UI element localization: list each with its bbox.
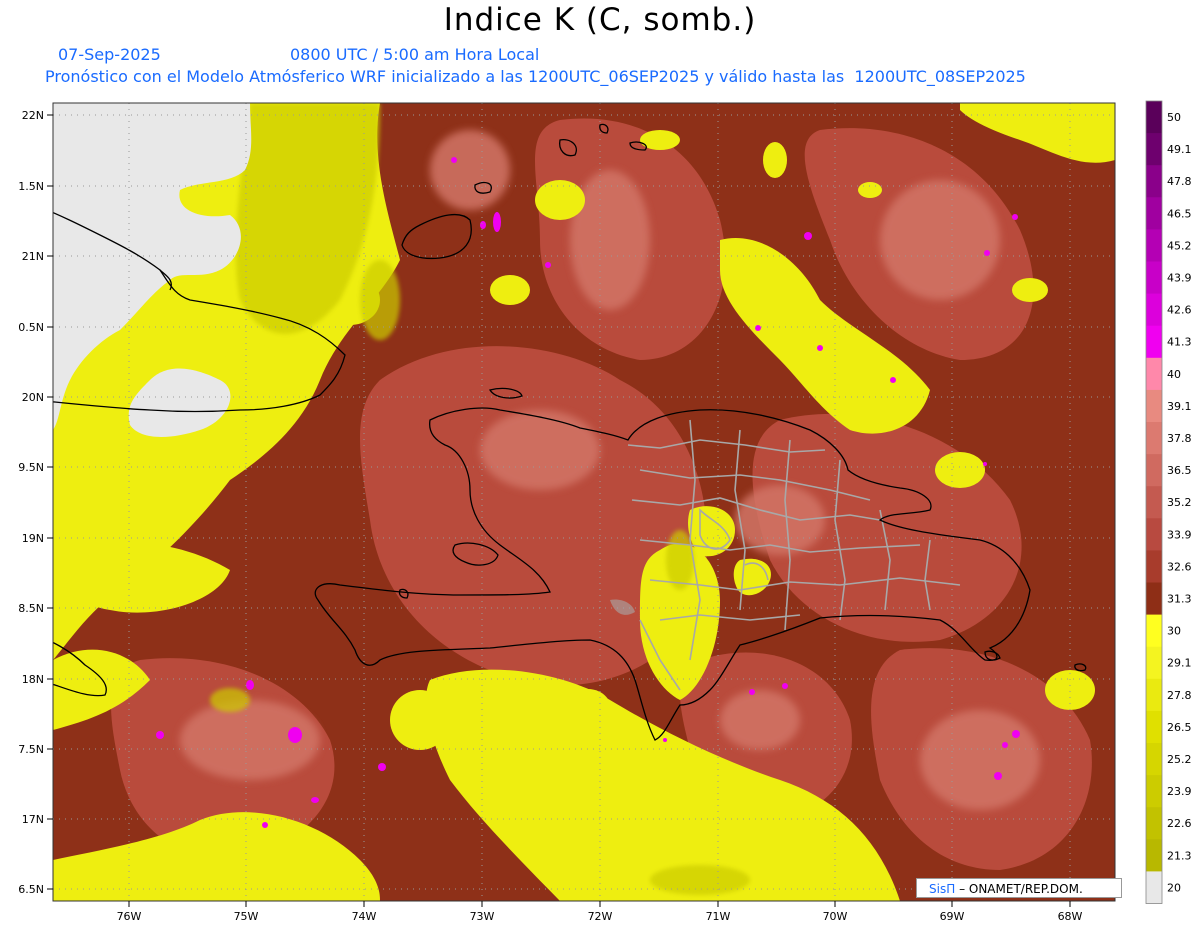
colorbar-swatch xyxy=(1146,614,1162,648)
colorbar-label: 23.9 xyxy=(1167,785,1192,798)
lon-label: 74W xyxy=(352,910,377,923)
colorbar-swatch xyxy=(1146,678,1162,712)
colorbar-label: 39.1 xyxy=(1167,400,1192,413)
lon-label: 70W xyxy=(823,910,848,923)
colorbar-swatch xyxy=(1146,550,1162,583)
colorbar-legend: 50 49.1 47.8 46.5 45.2 43.9 42.6 41.3 40 39.1 37.8… xyxy=(1145,100,1192,904)
lat-label: 19N xyxy=(22,532,44,545)
colorbar-swatch xyxy=(1146,293,1162,327)
colorbar-swatch xyxy=(1146,101,1162,134)
colorbar-swatch xyxy=(1146,743,1162,776)
colorbar-label: 22.6 xyxy=(1167,817,1192,830)
colorbar-swatch xyxy=(1146,422,1162,455)
colorbar-label: 20 xyxy=(1167,881,1181,894)
colorbar-label: 32.6 xyxy=(1167,560,1192,573)
colorbar-swatch xyxy=(1146,646,1162,680)
colorbar-label: 47.8 xyxy=(1167,175,1192,188)
colorbar-label: 40 xyxy=(1167,368,1181,381)
latitude-labels: 22N 1.5N 21N 0.5N 20N 9.5N 19N 8.5N 18N … xyxy=(18,109,44,896)
colorbar-label: 29.1 xyxy=(1167,657,1192,670)
k-index-map: 22N 1.5N 21N 0.5N 20N 9.5N 19N 8.5N 18N … xyxy=(18,100,1192,923)
colorbar-swatch xyxy=(1146,389,1162,423)
colorbar-swatch xyxy=(1146,807,1162,840)
colorbar-label: 49.1 xyxy=(1167,143,1192,156)
lon-label: 76W xyxy=(117,910,142,923)
colorbar-swatch xyxy=(1146,325,1162,359)
lat-label: 22N xyxy=(22,109,44,122)
colorbar-swatch xyxy=(1146,871,1162,904)
colorbar-label: 33.9 xyxy=(1167,528,1192,541)
lat-label: 8.5N xyxy=(18,602,44,615)
colorbar-label: 27.8 xyxy=(1167,689,1192,702)
lat-label: 20N xyxy=(22,391,44,404)
colorbar-label: 35.2 xyxy=(1167,496,1192,509)
lat-label: 21N xyxy=(22,250,44,263)
colorbar-label: 46.5 xyxy=(1167,207,1192,220)
footer-text: – ONAMET/REP.DOM. xyxy=(959,882,1083,896)
lat-label: 9.5N xyxy=(18,461,44,474)
colorbar-label: 26.5 xyxy=(1167,721,1192,734)
footer-credit: SisΠ – ONAMET/REP.DOM. xyxy=(916,878,1122,898)
longitude-labels: 76W 75W 74W 73W 72W 71W 70W 69W 68W xyxy=(117,910,1083,923)
colorbar-swatch xyxy=(1146,839,1162,872)
colorbar-label: 45.2 xyxy=(1167,239,1192,252)
colorbar-label: 30 xyxy=(1167,625,1181,638)
colorbar-swatch xyxy=(1146,197,1162,230)
colorbar-swatch xyxy=(1146,454,1162,487)
lon-label: 73W xyxy=(470,910,495,923)
colorbar-label: 21.3 xyxy=(1167,849,1192,862)
colorbar-swatch xyxy=(1146,710,1162,744)
colorbar-swatch xyxy=(1146,133,1162,166)
colorbar-swatch xyxy=(1146,518,1162,551)
colorbar-swatch xyxy=(1146,261,1162,295)
lon-label: 72W xyxy=(588,910,613,923)
colorbar-swatch xyxy=(1146,775,1162,808)
footer-brand: SisΠ xyxy=(929,882,956,896)
colorbar-swatch xyxy=(1146,165,1162,198)
lon-label: 75W xyxy=(234,910,259,923)
colorbar-label: 25.2 xyxy=(1167,753,1192,766)
colorbar-label: 36.5 xyxy=(1167,464,1192,477)
lat-label: 6.5N xyxy=(18,883,44,896)
lat-label: 17N xyxy=(22,813,44,826)
colorbar-label: 43.9 xyxy=(1167,272,1192,285)
map-plot-area xyxy=(53,103,1115,901)
colorbar-label: 31.3 xyxy=(1167,593,1192,606)
lon-label: 68W xyxy=(1058,910,1083,923)
colorbar-swatch xyxy=(1146,582,1162,616)
colorbar-label: 50 xyxy=(1167,111,1181,124)
colorbar-swatch xyxy=(1146,229,1162,262)
colorbar-label: 41.3 xyxy=(1167,336,1192,349)
lat-label: 1.5N xyxy=(18,180,44,193)
lon-label: 71W xyxy=(706,910,731,923)
lon-label: 69W xyxy=(940,910,965,923)
colorbar-label: 42.6 xyxy=(1167,304,1192,317)
lat-label: 18N xyxy=(22,673,44,686)
colorbar-swatch xyxy=(1146,357,1162,391)
colorbar-label: 37.8 xyxy=(1167,432,1192,445)
lat-label: 7.5N xyxy=(18,743,44,756)
colorbar-swatch xyxy=(1146,486,1162,519)
lat-label: 0.5N xyxy=(18,321,44,334)
